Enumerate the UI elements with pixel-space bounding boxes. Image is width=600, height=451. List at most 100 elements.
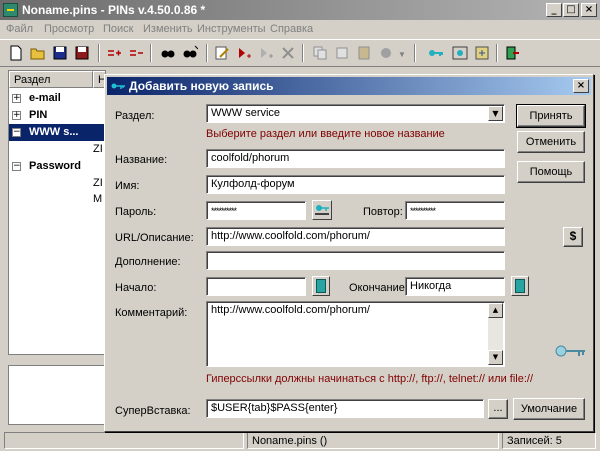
dialog-title: Добавить новую запись bbox=[129, 79, 274, 93]
delete-record-icon[interactable] bbox=[280, 45, 296, 61]
expand-icon[interactable]: + bbox=[12, 111, 21, 120]
login-label: Имя: bbox=[115, 180, 140, 192]
status-bar: Noname.pins () Записей: 5 bbox=[0, 430, 600, 451]
menu-bar: Файл Просмотр Поиск Изменить Инструменты… bbox=[0, 20, 600, 39]
expand-icon[interactable]: + bbox=[12, 94, 21, 103]
add-record-dialog: Добавить новую запись × Раздел: WWW serv… bbox=[104, 74, 594, 432]
new-file-icon[interactable] bbox=[8, 45, 24, 61]
repeat-label: Повтор: bbox=[363, 206, 403, 218]
menu-view[interactable]: Просмотр bbox=[44, 23, 94, 35]
login-input[interactable]: Кулфолд-форум bbox=[206, 175, 505, 194]
run-icon[interactable] bbox=[378, 45, 394, 61]
tree-item-label: PIN bbox=[29, 109, 48, 121]
tree-record-name[interactable]: ZI bbox=[93, 177, 103, 189]
settings-icon[interactable] bbox=[474, 45, 490, 61]
dialog-close-button[interactable]: × bbox=[573, 79, 589, 93]
start-calendar-button[interactable] bbox=[312, 276, 330, 296]
status-records: Записей: 5 bbox=[502, 432, 596, 449]
keys-decoration-icon bbox=[555, 345, 585, 357]
tree-item-label: Password bbox=[29, 160, 81, 172]
help-button[interactable]: Помощь bbox=[517, 161, 585, 183]
section-hint: Выберите раздел или введите новое назван… bbox=[206, 128, 445, 140]
extra-input[interactable] bbox=[206, 251, 505, 270]
column-section-header[interactable]: Раздел bbox=[9, 71, 93, 88]
tree-item-pin[interactable]: + PIN bbox=[9, 107, 105, 124]
copy-record-icon[interactable] bbox=[258, 45, 274, 61]
toolbar-separator bbox=[496, 44, 498, 62]
cancel-button[interactable]: Отменить bbox=[517, 131, 585, 153]
menu-file[interactable]: Файл bbox=[6, 23, 33, 35]
default-button[interactable]: Умолчание bbox=[513, 398, 585, 420]
generate-password-button[interactable] bbox=[312, 200, 332, 220]
save-as-icon[interactable] bbox=[74, 45, 90, 61]
tree-item-password[interactable]: − Password bbox=[9, 158, 105, 175]
copy-icon[interactable] bbox=[312, 45, 328, 61]
open-folder-icon[interactable] bbox=[30, 45, 46, 61]
password-input[interactable]: ********** bbox=[206, 201, 306, 220]
toolbar-separator bbox=[206, 44, 208, 62]
menu-search[interactable]: Поиск bbox=[103, 23, 133, 35]
comment-value: http://www.coolfold.com/phorum/ bbox=[211, 304, 370, 316]
tree-record-name[interactable]: ZI bbox=[93, 143, 103, 155]
delete-section-icon[interactable] bbox=[128, 45, 144, 61]
tree-record-name[interactable]: M bbox=[93, 193, 102, 205]
start-date-input[interactable] bbox=[206, 277, 306, 296]
toolbar-separator bbox=[150, 44, 152, 62]
chevron-down-icon[interactable]: ▼ bbox=[488, 106, 503, 121]
menu-edit[interactable]: Изменить bbox=[143, 23, 193, 35]
section-value: WWW service bbox=[211, 107, 281, 119]
calendar-icon bbox=[515, 279, 525, 293]
superpaste-browse-button[interactable]: ... bbox=[488, 399, 508, 419]
maximize-button[interactable]: □ bbox=[563, 3, 579, 17]
add-section-icon[interactable] bbox=[106, 45, 122, 61]
scroll-up-icon[interactable]: ▲ bbox=[488, 303, 503, 318]
edit-record-icon[interactable] bbox=[214, 45, 230, 61]
variables-button[interactable]: $ bbox=[563, 227, 583, 247]
password-generator-icon[interactable] bbox=[452, 45, 468, 61]
status-file: Noname.pins () bbox=[247, 432, 499, 449]
end-calendar-button[interactable] bbox=[511, 276, 529, 296]
collapse-icon[interactable]: − bbox=[12, 162, 21, 171]
comment-textarea[interactable]: http://www.coolfold.com/phorum/ ▲ ▼ bbox=[206, 301, 505, 367]
close-button[interactable]: × bbox=[581, 3, 597, 17]
toolbar-separator bbox=[414, 44, 416, 62]
hyperlink-hint: Гиперссылки должны начинаться с http://,… bbox=[206, 373, 534, 385]
add-record-icon[interactable] bbox=[236, 45, 252, 61]
scroll-down-icon[interactable]: ▼ bbox=[488, 350, 503, 365]
end-date-input[interactable]: Никогда bbox=[405, 277, 505, 296]
repeat-password-input[interactable]: ********** bbox=[405, 201, 505, 220]
main-window-title: Noname.pins - PINs v.4.50.0.86 * bbox=[22, 3, 206, 17]
find-icon[interactable] bbox=[160, 45, 176, 61]
title-input[interactable]: coolfold/phorum bbox=[206, 149, 505, 168]
menu-tools[interactable]: Инструменты bbox=[197, 23, 266, 35]
superpaste-label: СуперВставка: bbox=[115, 405, 191, 417]
toolbar: ▼ bbox=[0, 39, 600, 67]
start-label: Начало: bbox=[115, 282, 157, 294]
save-icon[interactable] bbox=[52, 45, 68, 61]
section-tree[interactable]: Раздел Н + e-mail + PIN − WWW s... ZI − … bbox=[8, 70, 106, 355]
dropdown-arrow-icon[interactable]: ▼ bbox=[398, 50, 414, 66]
tree-item-email[interactable]: + e-mail bbox=[9, 90, 105, 107]
comment-scrollbar[interactable]: ▲ ▼ bbox=[488, 303, 503, 365]
password-label: Пароль: bbox=[115, 206, 157, 218]
end-label: Окончание: bbox=[349, 282, 408, 294]
main-title-bar: Noname.pins - PINs v.4.50.0.86 * _ □ × bbox=[0, 0, 600, 20]
cut-icon[interactable] bbox=[334, 45, 350, 61]
toolbar-separator bbox=[302, 44, 304, 62]
minimize-button[interactable]: _ bbox=[546, 3, 562, 17]
exit-icon[interactable] bbox=[504, 45, 520, 61]
paste-icon[interactable] bbox=[356, 45, 372, 61]
key-icon[interactable] bbox=[428, 45, 444, 61]
accept-button[interactable]: Принять bbox=[516, 104, 586, 128]
menu-help[interactable]: Справка bbox=[270, 23, 313, 35]
calendar-icon bbox=[316, 279, 326, 293]
key-generator-icon bbox=[315, 205, 329, 215]
tree-item-www-service[interactable]: − WWW s... bbox=[9, 124, 105, 141]
find-next-icon[interactable] bbox=[182, 45, 198, 61]
comment-label: Комментарий: bbox=[115, 307, 188, 319]
superpaste-input[interactable]: $USER{tab}$PASS{enter} bbox=[206, 399, 484, 418]
collapse-icon[interactable]: − bbox=[12, 128, 21, 137]
url-input[interactable]: http://www.coolfold.com/phorum/ bbox=[206, 227, 505, 246]
tree-item-label: e-mail bbox=[29, 92, 61, 104]
section-combobox[interactable]: WWW service ▼ bbox=[206, 104, 505, 123]
